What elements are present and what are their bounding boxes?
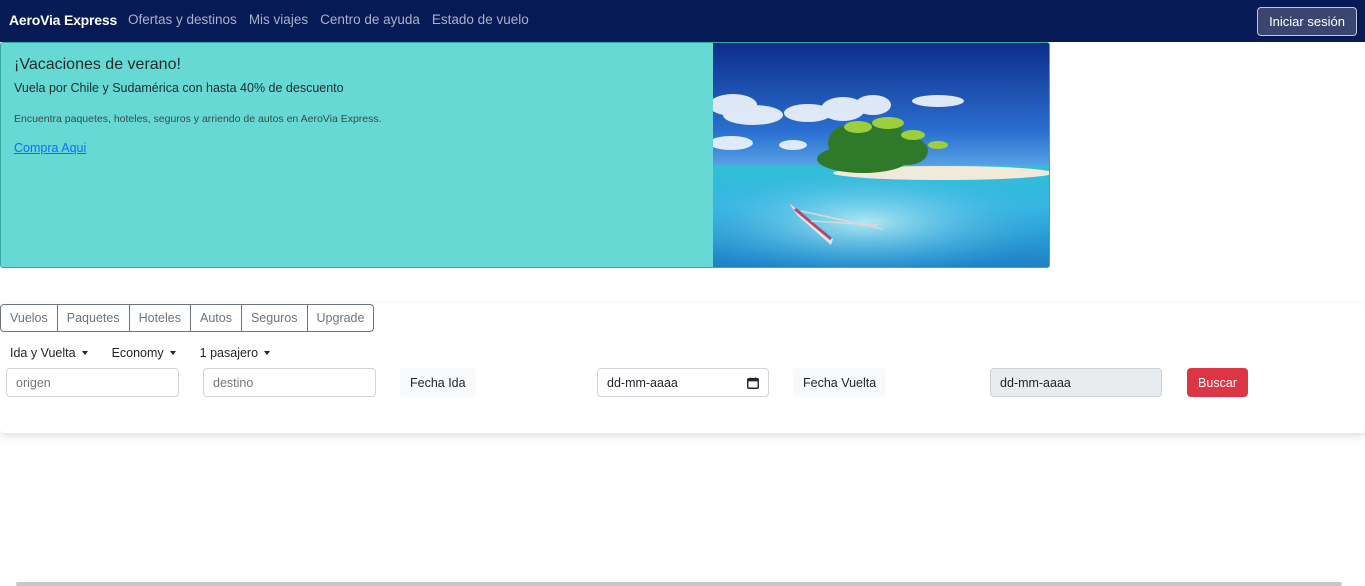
flight-search-card: Vuelos Paquetes Hoteles Autos Seguros Up… — [0, 303, 1365, 433]
caret-down-icon — [81, 351, 88, 355]
cabin-class-label: Economy — [111, 346, 164, 360]
caret-down-icon — [264, 351, 271, 355]
promo-description: Encuentra paquetes, hoteles, seguros y a… — [14, 113, 382, 125]
departure-date-label: Fecha Ida — [400, 368, 476, 397]
nav-link-centro-ayuda[interactable]: Centro de ayuda — [320, 12, 420, 27]
return-date-input: dd-mm-aaaa — [990, 368, 1162, 397]
promo-banner: ¡Vacaciones de verano! Vuela por Chile y… — [0, 42, 1050, 268]
tab-paquetes[interactable]: Paquetes — [56, 304, 130, 332]
calendar-icon[interactable] — [747, 377, 759, 389]
nav-link-estado-vuelo[interactable]: Estado de vuelo — [432, 12, 529, 27]
tab-autos[interactable]: Autos — [189, 304, 242, 332]
departure-date-value: dd-mm-aaaa — [607, 375, 678, 390]
search-tabs: Vuelos Paquetes Hoteles Autos Seguros Up… — [0, 304, 375, 332]
departure-date-input[interactable]: dd-mm-aaaa — [597, 368, 769, 397]
promo-buy-link[interactable]: Compra Aqui — [14, 141, 86, 155]
origin-input[interactable] — [6, 368, 179, 397]
nav-link-mis-viajes[interactable]: Mis viajes — [249, 12, 308, 27]
passengers-dropdown[interactable]: 1 pasajero — [199, 346, 271, 360]
passengers-label: 1 pasajero — [199, 346, 259, 360]
return-date-label: Fecha Vuelta — [793, 368, 887, 397]
promo-title: ¡Vacaciones de verano! — [14, 56, 181, 73]
search-options: Ida y Vuelta Economy 1 pasajero — [10, 346, 271, 360]
nav-links: Ofertas y destinos Mis viajes Centro de … — [128, 12, 529, 27]
destination-input[interactable] — [203, 368, 376, 397]
nav-link-ofertas[interactable]: Ofertas y destinos — [128, 12, 237, 27]
trip-type-label: Ida y Vuelta — [10, 346, 76, 360]
tab-hoteles[interactable]: Hoteles — [128, 304, 191, 332]
search-button[interactable]: Buscar — [1187, 368, 1248, 397]
caret-down-icon — [169, 351, 176, 355]
promo-subtitle: Vuela por Chile y Sudamérica con hasta 4… — [14, 81, 344, 95]
login-button[interactable]: Iniciar sesión — [1257, 7, 1357, 36]
return-date-value: dd-mm-aaaa — [1000, 375, 1071, 390]
brand-logo[interactable]: AeroVia Express — [9, 12, 117, 28]
top-navbar: AeroVia Express Ofertas y destinos Mis v… — [0, 0, 1365, 42]
horizontal-scrollbar[interactable] — [16, 582, 1342, 586]
trip-type-dropdown[interactable]: Ida y Vuelta — [10, 346, 88, 360]
tropical-island-image — [713, 43, 1049, 267]
tab-seguros[interactable]: Seguros — [240, 304, 308, 332]
tab-vuelos[interactable]: Vuelos — [0, 304, 58, 332]
tab-upgrade[interactable]: Upgrade — [306, 304, 375, 332]
cabin-class-dropdown[interactable]: Economy — [112, 346, 176, 360]
